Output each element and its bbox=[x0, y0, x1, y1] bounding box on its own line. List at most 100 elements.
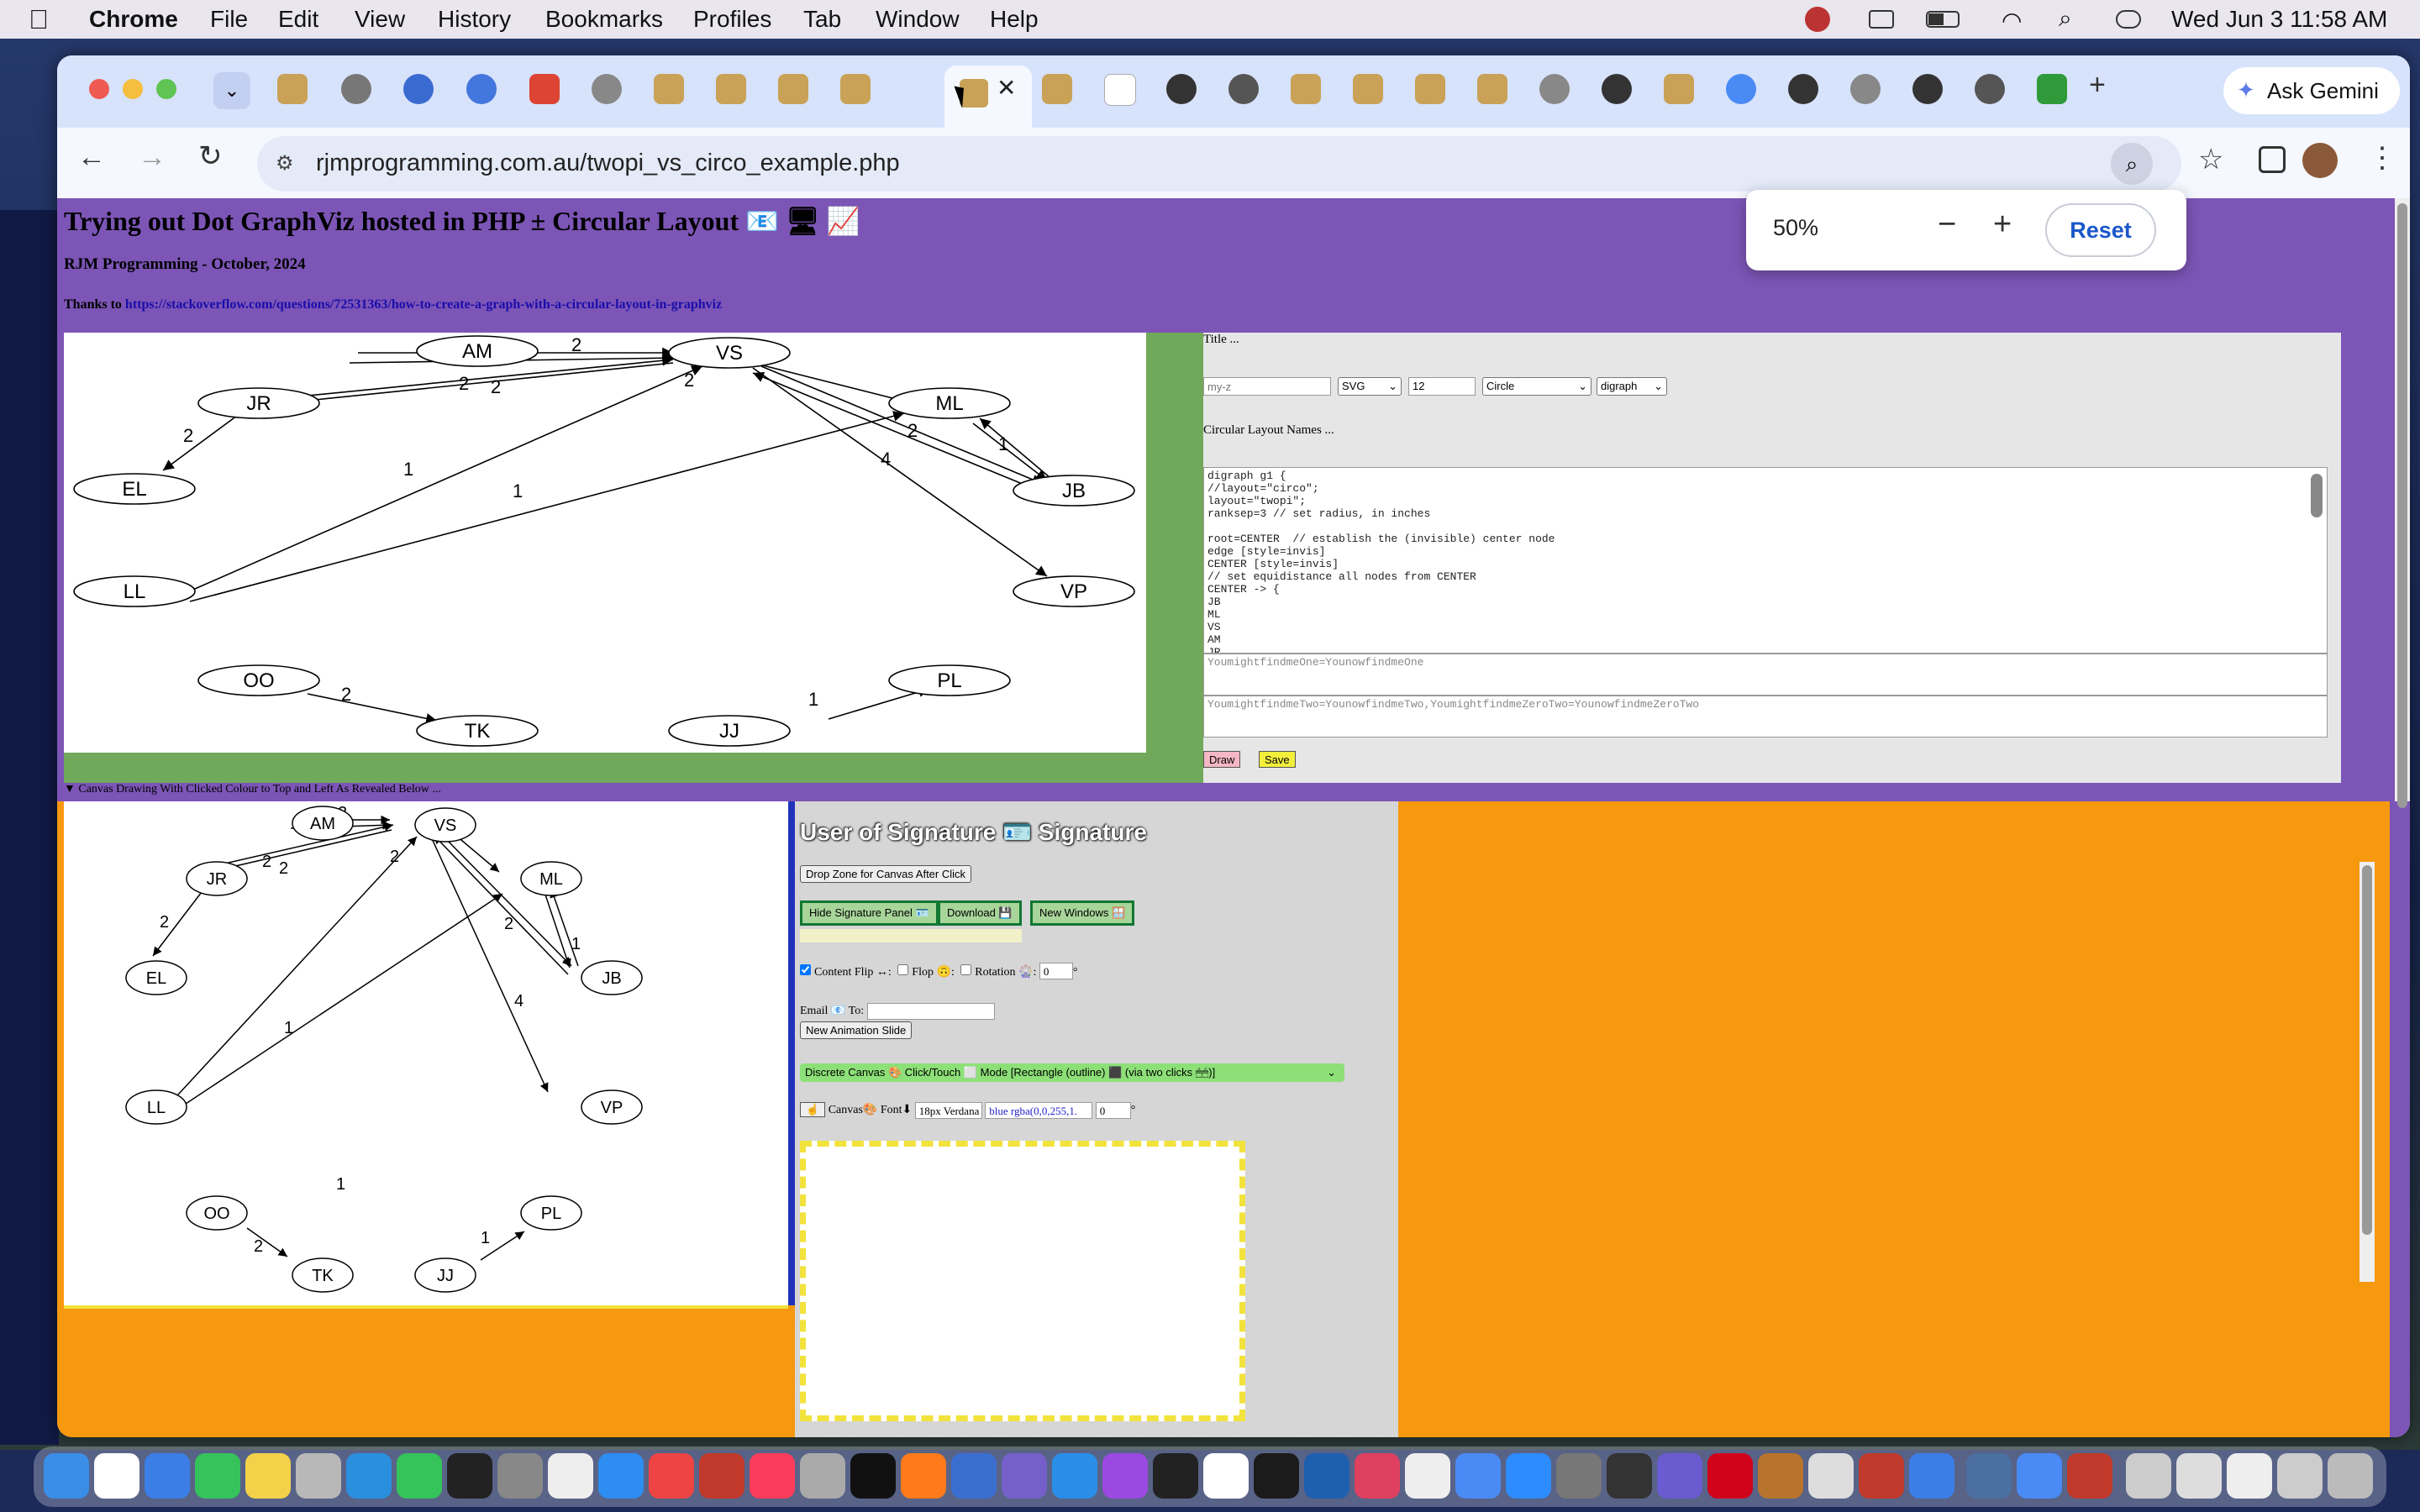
menu-edit[interactable]: Edit bbox=[278, 5, 318, 34]
settings-icon[interactable] bbox=[1556, 1453, 1602, 1499]
zoom-app-icon[interactable] bbox=[1506, 1453, 1551, 1499]
forward-arrow-icon[interactable]: → bbox=[138, 141, 166, 174]
tab-20[interactable] bbox=[1539, 74, 1570, 104]
size-input[interactable]: 12 bbox=[1408, 377, 1476, 396]
canvas-drawing-summary[interactable]: ▼ Canvas Drawing With Clicked Colour to … bbox=[64, 783, 441, 796]
address-bar[interactable]: ⚙ rjmprogramming.com.au/twopi_vs_circo_e… bbox=[257, 136, 2181, 192]
tab-6[interactable] bbox=[592, 74, 622, 104]
tab-19[interactable] bbox=[1477, 74, 1507, 104]
menu-help[interactable]: Help bbox=[990, 5, 1039, 34]
color-input[interactable]: blue rgba(0,0,255,1. bbox=[985, 1102, 1093, 1119]
menu-file[interactable]: File bbox=[210, 5, 248, 34]
news-icon[interactable] bbox=[649, 1453, 694, 1499]
battery-icon[interactable] bbox=[1926, 11, 1960, 28]
tab-google[interactable] bbox=[1726, 74, 1756, 104]
find-two-textarea[interactable]: YoumightfindmeTwo=YounowfindmeTwo,Youmig… bbox=[1203, 696, 2328, 738]
app-icon[interactable] bbox=[2067, 1453, 2112, 1499]
tab-9[interactable] bbox=[778, 74, 808, 104]
minimize-window-button[interactable] bbox=[123, 79, 143, 99]
tab-8[interactable] bbox=[716, 74, 746, 104]
screen-status-icon[interactable] bbox=[1869, 10, 1894, 29]
tab-2[interactable] bbox=[341, 74, 371, 104]
tab-24[interactable] bbox=[1788, 74, 1818, 104]
shape-select[interactable]: Circle ⌄ bbox=[1482, 377, 1591, 396]
rotation-input[interactable]: 0 bbox=[1039, 963, 1073, 979]
wifi-icon[interactable]: ◠ bbox=[2002, 7, 2022, 34]
tab-13[interactable] bbox=[1104, 74, 1136, 106]
menu-bookmarks[interactable]: Bookmarks bbox=[545, 5, 663, 34]
chrome-icon[interactable] bbox=[2017, 1453, 2062, 1499]
calculator-icon[interactable] bbox=[497, 1453, 543, 1499]
chrome-icon[interactable] bbox=[1455, 1453, 1501, 1499]
trash-icon[interactable] bbox=[2328, 1453, 2373, 1499]
menu-window[interactable]: Window bbox=[876, 5, 960, 34]
opera-icon[interactable] bbox=[1707, 1453, 1753, 1499]
terminal-icon[interactable] bbox=[1153, 1453, 1198, 1499]
mail-icon[interactable] bbox=[145, 1453, 190, 1499]
angle-input[interactable]: 0 bbox=[1095, 1102, 1131, 1119]
stackoverflow-link[interactable]: https://stackoverflow.com/questions/7253… bbox=[125, 297, 722, 312]
app-store-icon[interactable] bbox=[598, 1453, 644, 1499]
new-animation-slide-button[interactable]: New Animation Slide bbox=[800, 1021, 913, 1039]
app-icon[interactable] bbox=[1859, 1453, 1904, 1499]
tab-27[interactable] bbox=[1975, 74, 2005, 104]
messages-icon[interactable] bbox=[195, 1453, 240, 1499]
tab-17[interactable] bbox=[1353, 74, 1383, 104]
app-icon[interactable] bbox=[951, 1453, 997, 1499]
site-info-icon[interactable]: ⚙ bbox=[276, 151, 294, 176]
app-icon[interactable] bbox=[800, 1453, 845, 1499]
tab-gmail[interactable] bbox=[529, 74, 560, 104]
tab-7[interactable] bbox=[654, 74, 684, 104]
launchpad-icon[interactable] bbox=[296, 1453, 341, 1499]
menu-app-name[interactable]: Chrome bbox=[89, 5, 178, 34]
menu-datetime[interactable]: Wed Jun 3 11:58 AM bbox=[2171, 5, 2387, 34]
recent-document-icon[interactable] bbox=[2126, 1453, 2171, 1499]
canvas-tool-icon[interactable]: ☝ bbox=[800, 1102, 826, 1118]
content-flip-checkbox[interactable] bbox=[800, 964, 811, 975]
extensions-icon[interactable] bbox=[2259, 146, 2286, 173]
flop-checkbox[interactable] bbox=[897, 964, 909, 975]
calendar-icon[interactable] bbox=[1203, 1453, 1249, 1499]
textedit-icon[interactable] bbox=[548, 1453, 593, 1499]
drop-zone-button[interactable]: Drop Zone for Canvas After Click bbox=[800, 865, 972, 883]
recent-document-icon[interactable] bbox=[2227, 1453, 2272, 1499]
menu-tab[interactable]: Tab bbox=[803, 5, 841, 34]
new-tab-button[interactable]: + bbox=[2089, 69, 2106, 102]
intellij-icon[interactable] bbox=[1355, 1453, 1400, 1499]
bottom-frame-scrollbar[interactable] bbox=[2360, 862, 2375, 1282]
bottom-frame-scrollbar-thumb[interactable] bbox=[2362, 865, 2372, 1235]
email-to-input[interactable] bbox=[866, 1003, 995, 1020]
firefox-icon[interactable] bbox=[901, 1453, 946, 1499]
profile-avatar[interactable] bbox=[2302, 143, 2338, 178]
app-icon[interactable] bbox=[1966, 1453, 2012, 1499]
tab-12[interactable] bbox=[1042, 74, 1072, 104]
zoom-in-button[interactable]: + bbox=[1993, 207, 2012, 243]
download-button[interactable]: Download 💾 bbox=[938, 900, 1022, 926]
facetime-icon[interactable] bbox=[397, 1453, 442, 1499]
rotation-checkbox[interactable] bbox=[960, 964, 972, 975]
tab-25[interactable] bbox=[1850, 74, 1881, 104]
textarea-scrollbar[interactable] bbox=[2311, 474, 2323, 517]
maximize-window-button[interactable] bbox=[156, 79, 176, 99]
url-text[interactable]: rjmprogramming.com.au/twopi_vs_circo_exa… bbox=[316, 150, 900, 177]
bbedit-icon[interactable] bbox=[1002, 1453, 1047, 1499]
zoom-reset-button[interactable]: Reset bbox=[2045, 203, 2156, 257]
podcasts-icon[interactable] bbox=[1102, 1453, 1148, 1499]
reminders-icon[interactable] bbox=[94, 1453, 139, 1499]
find-one-textarea[interactable]: YoumightfindmeOne=YounowfindmeOne bbox=[1203, 654, 2328, 696]
draw-button[interactable]: Draw bbox=[1203, 751, 1241, 768]
hide-signature-panel-button[interactable]: Hide Signature Panel 🪪 bbox=[800, 900, 939, 926]
recent-document-icon[interactable] bbox=[2176, 1453, 2222, 1499]
back-arrow-icon[interactable]: ← bbox=[77, 141, 106, 174]
format-select[interactable]: SVG ⌄ bbox=[1338, 377, 1402, 396]
tab-26[interactable] bbox=[1912, 74, 1943, 104]
app-icon[interactable] bbox=[1657, 1453, 1702, 1499]
tab-18[interactable] bbox=[1415, 74, 1445, 104]
tab-14[interactable] bbox=[1166, 74, 1197, 104]
app-icon[interactable] bbox=[1808, 1453, 1854, 1499]
zoom-icon[interactable]: ⌕ bbox=[2111, 143, 2153, 185]
dot-source-textarea[interactable]: digraph g1 { //layout="circo"; layout="t… bbox=[1203, 467, 2328, 654]
filezilla-icon[interactable] bbox=[699, 1453, 744, 1499]
tab-16[interactable] bbox=[1291, 74, 1321, 104]
music-icon[interactable] bbox=[750, 1453, 795, 1499]
